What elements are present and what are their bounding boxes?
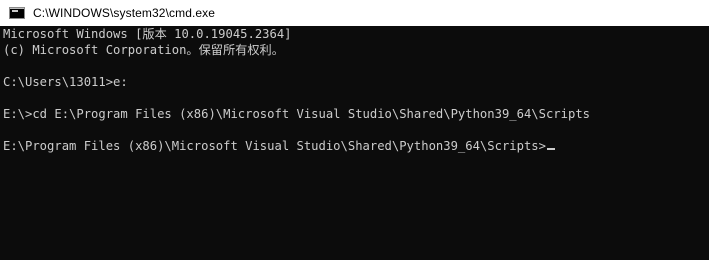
window-title: C:\WINDOWS\system32\cmd.exe xyxy=(33,6,216,20)
cmd-window: C:\WINDOWS\system32\cmd.exe Microsoft Wi… xyxy=(0,0,709,260)
cmd-console-icon[interactable] xyxy=(9,7,25,19)
console-prompt-line[interactable]: E:\Program Files (x86)\Microsoft Visual … xyxy=(3,138,709,154)
console-line-copyright: (c) Microsoft Corporation。保留所有权利。 xyxy=(3,43,284,57)
text-cursor xyxy=(546,148,555,150)
console-line-cd-command: E:\>cd E:\Program Files (x86)\Microsoft … xyxy=(3,107,590,121)
console-line-change-drive: C:\Users\13011>e: xyxy=(3,75,128,89)
command-prompt: E:\Program Files (x86)\Microsoft Visual … xyxy=(3,139,546,153)
console-line-version: Microsoft Windows [版本 10.0.19045.2364] xyxy=(3,27,292,41)
console-output[interactable]: Microsoft Windows [版本 10.0.19045.2364] (… xyxy=(0,26,709,260)
title-bar[interactable]: C:\WINDOWS\system32\cmd.exe xyxy=(0,0,709,26)
